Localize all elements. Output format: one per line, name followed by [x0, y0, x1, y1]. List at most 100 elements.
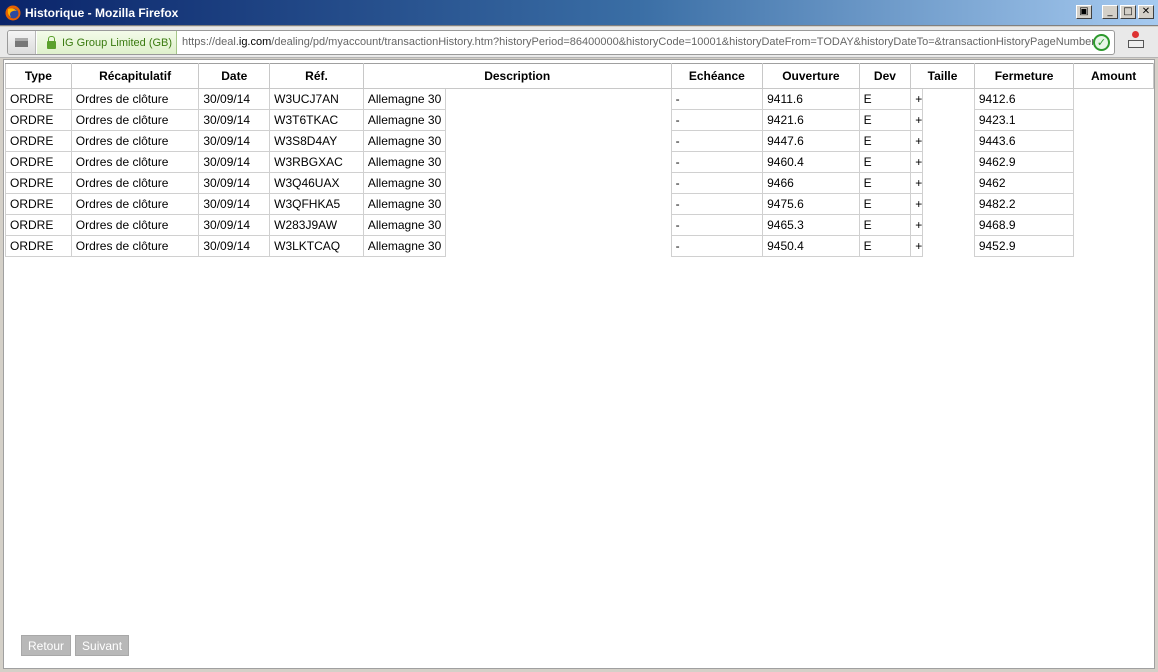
- cell-type: ORDRE: [5, 151, 72, 173]
- col-header-ouverture: Ouverture: [762, 63, 860, 89]
- page-content: Type Récapitulatif Date Réf. Description…: [3, 59, 1155, 669]
- col-header-type: Type: [5, 63, 72, 89]
- cell-fermeture: 9412.6: [973, 88, 1075, 110]
- cell-recap: Ordres de clôture: [70, 130, 200, 152]
- cell-fermeture: 9462: [973, 172, 1075, 194]
- cell-ref: W3UCJ7AN: [269, 88, 364, 110]
- restore-tabs-icon[interactable]: ▣: [1076, 5, 1092, 19]
- cell-ouverture: 9475.6: [762, 193, 860, 215]
- site-identity[interactable]: IG Group Limited (GB): [37, 31, 177, 54]
- cell-ouverture: 9465.3: [762, 214, 860, 236]
- cell-type: ORDRE: [5, 193, 72, 215]
- addon-icon[interactable]: [1127, 31, 1145, 51]
- lock-icon: [47, 35, 56, 49]
- cell-date: 30/09/14: [198, 193, 271, 215]
- cell-ouverture: 9450.4: [762, 235, 860, 257]
- cell-recap: Ordres de clôture: [70, 172, 200, 194]
- cell-ouverture: 9460.4: [762, 151, 860, 173]
- cell-type: ORDRE: [5, 88, 72, 110]
- cell-fermeture: 9462.9: [973, 151, 1075, 173]
- cell-echeance: -: [670, 235, 764, 257]
- table-row: ORDRE Ordres de clôture 30/09/14 W3S8D4AY Al…: [5, 130, 1154, 152]
- cell-dev: E: [858, 235, 912, 257]
- cell-description: Allemagne 30: [362, 193, 446, 215]
- cell-ref: W3LKTCAQ: [269, 235, 364, 257]
- minimize-button[interactable]: _: [1102, 5, 1118, 19]
- cell-echeance: -: [670, 172, 764, 194]
- col-header-fermeture: Fermeture: [973, 63, 1075, 89]
- cell-echeance: -: [670, 193, 764, 215]
- cell-recap: Ordres de clôture: [70, 214, 200, 236]
- verified-check-icon[interactable]: ✓: [1093, 34, 1110, 51]
- pager: Retour Suivant: [21, 635, 130, 656]
- maximize-button[interactable]: □: [1120, 5, 1136, 19]
- col-header-description: Description: [362, 63, 672, 89]
- cell-gap: [445, 194, 666, 215]
- cell-taille: +: [910, 235, 924, 257]
- cell-fermeture: 9443.6: [973, 130, 1075, 152]
- cell-gap: [445, 89, 666, 110]
- cell-type: ORDRE: [5, 214, 72, 236]
- cell-taille: +: [910, 193, 924, 215]
- cell-type: ORDRE: [5, 130, 72, 152]
- table-row: ORDRE Ordres de clôture 30/09/14 W3RBGXAC Al…: [5, 151, 1154, 173]
- url-bar[interactable]: IG Group Limited (GB) https://deal.ig.co…: [7, 30, 1115, 55]
- cell-dev: E: [858, 130, 912, 152]
- window-title: Historique - Mozilla Firefox: [25, 6, 179, 20]
- cell-fermeture: 9482.2: [973, 193, 1075, 215]
- cell-dev: E: [858, 109, 912, 131]
- cell-echeance: -: [670, 130, 764, 152]
- cell-dev: E: [858, 193, 912, 215]
- col-header-taille: Taille: [910, 63, 975, 89]
- back-button[interactable]: Retour: [21, 635, 72, 656]
- cell-gap: [445, 236, 666, 257]
- cell-recap: Ordres de clôture: [70, 235, 200, 257]
- cell-gap: [923, 236, 970, 257]
- cell-echeance: -: [670, 109, 764, 131]
- cell-fermeture: 9423.1: [973, 109, 1075, 131]
- cell-dev: E: [858, 172, 912, 194]
- cell-gap: [923, 131, 970, 152]
- cell-gap: [445, 131, 666, 152]
- cell-date: 30/09/14: [198, 235, 271, 257]
- cell-description: Allemagne 30: [362, 88, 446, 110]
- cell-description: Allemagne 30: [362, 235, 446, 257]
- table-row: ORDRE Ordres de clôture 30/09/14 W3LKTCAQ Al…: [5, 235, 1154, 257]
- cell-ouverture: 9421.6: [762, 109, 860, 131]
- cell-ref: W283J9AW: [269, 214, 364, 236]
- url-text[interactable]: https://deal.ig.com/dealing/pd/myaccount…: [182, 36, 1094, 48]
- cell-recap: Ordres de clôture: [70, 109, 200, 131]
- col-header-echeance: Echéance: [670, 63, 764, 89]
- cell-recap: Ordres de clôture: [70, 151, 200, 173]
- table-row: ORDRE Ordres de clôture 30/09/14 W3UCJ7AN Al…: [5, 88, 1154, 110]
- cell-gap: [923, 173, 970, 194]
- table-row: ORDRE Ordres de clôture 30/09/14 W3T6TKAC Al…: [5, 109, 1154, 131]
- cell-date: 30/09/14: [198, 172, 271, 194]
- cell-description: Allemagne 30: [362, 172, 446, 194]
- cell-gap: [923, 152, 970, 173]
- cell-gap: [445, 110, 666, 131]
- cell-description: Allemagne 30: [362, 151, 446, 173]
- cell-recap: Ordres de clôture: [70, 193, 200, 215]
- cell-ref: W3T6TKAC: [269, 109, 364, 131]
- cell-taille: +: [910, 214, 924, 236]
- cell-gap: [445, 152, 666, 173]
- cell-date: 30/09/14: [198, 214, 271, 236]
- cell-gap: [445, 215, 666, 236]
- cell-type: ORDRE: [5, 235, 72, 257]
- cell-ouverture: 9447.6: [762, 130, 860, 152]
- cell-ref: W3Q46UAX: [269, 172, 364, 194]
- cell-dev: E: [858, 214, 912, 236]
- cell-gap: [923, 110, 970, 131]
- page-info-icon[interactable]: [8, 31, 36, 54]
- table-row: ORDRE Ordres de clôture 30/09/14 W3QFHKA5 Al…: [5, 193, 1154, 215]
- col-header-amount: Amount: [1073, 63, 1154, 89]
- cell-description: Allemagne 30: [362, 214, 446, 236]
- cell-taille: +: [910, 130, 924, 152]
- close-button[interactable]: ✕: [1138, 5, 1154, 19]
- cell-gap: [445, 173, 666, 194]
- cell-taille: +: [910, 88, 924, 110]
- cell-description: Allemagne 30: [362, 130, 446, 152]
- next-button[interactable]: Suivant: [75, 635, 130, 656]
- cell-taille: +: [910, 172, 924, 194]
